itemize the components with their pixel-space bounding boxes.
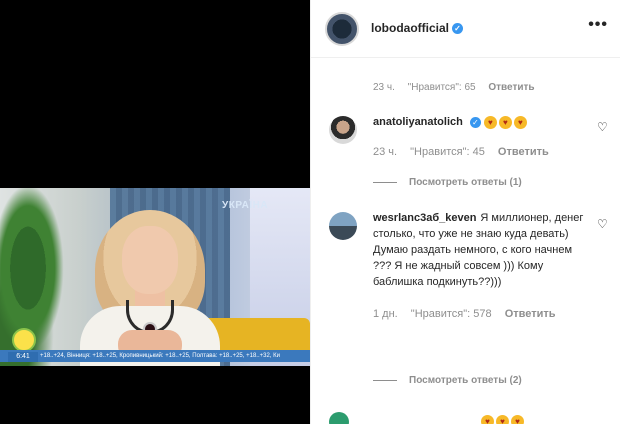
commenter-username[interactable]: wesrlanс3аб_keven — [373, 212, 476, 224]
comment-likes[interactable]: "Нравится": 65 — [408, 82, 476, 93]
author-username[interactable]: lobodaofficial ✓ — [371, 21, 463, 35]
comment-time: 1 дн. — [373, 308, 398, 320]
like-heart-icon[interactable]: ♡ — [597, 218, 609, 230]
heart-eyes-emoji-icon: ♥ — [498, 115, 512, 129]
heart-eyes-emoji-icon: ♥ — [513, 115, 527, 129]
author-username-text[interactable]: lobodaofficial — [371, 21, 449, 35]
view-replies-button[interactable]: Посмотреть ответы (2) — [373, 375, 522, 386]
heart-eyes-emoji-icon: ♥ — [483, 115, 497, 129]
channel-watermark: УКРАЇНА — [222, 200, 269, 211]
comment-text: wesrlanс3аб_keven Я миллионер, денег стол… — [373, 210, 593, 290]
emoji-icon: ♥ — [481, 415, 494, 424]
emoji-icon: ♥ — [511, 415, 524, 424]
reply-button[interactable]: Ответить — [488, 82, 534, 93]
verified-badge-icon: ✓ — [469, 116, 481, 128]
comment-text: anatoliyanatolich ✓ ♥ ♥ ♥ — [373, 114, 599, 130]
comment-meta: 1 дн. "Нравится": 578 Ответить — [373, 306, 599, 322]
commenter-avatar-partial[interactable] — [329, 412, 349, 424]
view-replies-label[interactable]: Посмотреть ответы (2) — [409, 375, 522, 386]
commenter-avatar[interactable] — [329, 116, 357, 144]
comment-time: 23 ч. — [373, 146, 398, 158]
post-header: lobodaofficial ✓ ••• — [311, 0, 620, 58]
comment-likes[interactable]: "Нравится": 45 — [410, 146, 485, 158]
divider-line — [373, 181, 397, 183]
more-options-icon[interactable]: ••• — [588, 16, 608, 34]
view-replies-button[interactable]: Посмотреть ответы (1) — [373, 177, 522, 188]
tv-clock: 6:41 — [8, 352, 38, 362]
tv-show-logo — [12, 328, 36, 352]
comment-item: anatoliyanatolich ✓ ♥ ♥ ♥ ♡ 23 ч. "Нравится… — [329, 114, 608, 160]
comment-item: wesrlanс3аб_keven Я миллионер, денег стол… — [329, 210, 608, 322]
view-replies-label[interactable]: Посмотреть ответы (1) — [409, 177, 522, 188]
author-avatar[interactable] — [325, 12, 359, 46]
host-face — [122, 226, 178, 294]
comment-meta: 23 ч. "Нравится": 45 Ответить — [373, 144, 599, 160]
comment-meta: 23 ч. "Нравится": 65 Ответить — [329, 80, 599, 96]
comment-time: 23 ч. — [373, 82, 395, 93]
post-panel: lobodaofficial ✓ ••• 23 ч. "Нравится": 65… — [310, 0, 620, 424]
comment-likes[interactable]: "Нравится": 578 — [411, 308, 492, 320]
reply-button[interactable]: Ответить — [505, 308, 556, 320]
divider-line — [373, 379, 397, 381]
reply-button[interactable]: Ответить — [498, 146, 549, 158]
commenter-avatar[interactable] — [329, 212, 357, 240]
emoji-row-partial: ♥ ♥ ♥ — [481, 413, 526, 424]
video-panel[interactable]: УКРАЇНА +18..+24, Вінниця: +18..+25, Кро… — [0, 0, 310, 424]
video-frame[interactable]: УКРАЇНА — [0, 188, 310, 366]
like-heart-icon[interactable]: ♡ — [597, 121, 609, 133]
emoji-icon: ♥ — [496, 415, 509, 424]
news-ticker: +18..+24, Вінниця: +18..+25, Кропивницьк… — [0, 350, 310, 362]
verified-badge-icon: ✓ — [452, 23, 463, 35]
commenter-username[interactable]: anatoliyanatolich — [373, 116, 463, 128]
